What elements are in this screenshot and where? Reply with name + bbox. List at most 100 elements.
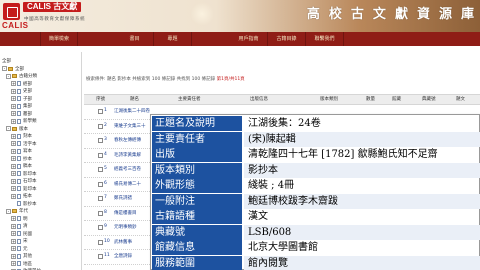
tree-item[interactable]: + 其他 [2,253,80,261]
tree-item[interactable]: + 民國 [2,230,80,238]
row-checkbox[interactable] [98,167,103,172]
row-checkbox[interactable] [98,109,103,114]
row-checkbox[interactable] [98,123,103,129]
tree-item[interactable]: 影抄本 [2,200,80,208]
calis-logo-icon[interactable] [3,3,20,20]
column-header[interactable]: 題名 [130,95,139,105]
tree-item[interactable]: + 鉛印本 [2,185,80,193]
row-checkbox[interactable] [98,239,103,245]
column-header[interactable]: 出版信息 [250,95,268,105]
collapse-icon[interactable]: - [6,126,11,132]
column-header[interactable]: 典藏號 [422,95,436,105]
expand-icon[interactable]: + [11,216,16,222]
column-header[interactable]: 主要責任者 [178,95,201,105]
tree-item[interactable]: + 刻本 [2,133,80,141]
nav-item-simple-search[interactable]: 簡單檢索 [40,32,78,46]
collapse-icon[interactable]: - [6,73,11,79]
row-title-link[interactable]: 毛詩李黃集解 [114,152,141,158]
expand-icon[interactable]: + [11,231,16,237]
tree-item[interactable]: - 古籍分類 [2,73,80,81]
tree-item[interactable]: + 石印本 [2,178,80,186]
tree-item[interactable]: - 年代 [2,208,80,216]
nav-item-topics[interactable]: 專題 [154,32,192,46]
expand-icon[interactable]: + [11,103,16,109]
expand-icon[interactable]: + [11,238,16,244]
tree-item-label: 影抄本 [23,201,37,207]
tree-item[interactable]: + 子部 [2,95,80,103]
expand-icon[interactable]: + [11,111,16,117]
row-checkbox[interactable] [98,181,103,187]
tree-item[interactable]: + 經部 [2,80,80,88]
tree-item[interactable]: + 宋 [2,238,80,246]
expand-icon[interactable]: + [11,133,16,139]
column-header[interactable]: 館藏 [392,95,401,105]
brand-badge[interactable]: CALIS 古文獻 [23,2,82,12]
expand-icon[interactable]: + [11,186,16,192]
tree-item[interactable]: + 集部 [2,103,80,111]
expand-icon[interactable]: + [11,118,16,124]
expand-icon[interactable]: + [11,193,16,199]
tree-item[interactable]: + 元 [2,245,80,253]
row-title-link[interactable]: 元明事類鈔 [114,224,137,230]
tree-item[interactable]: + 抄本 [2,155,80,163]
collapse-icon[interactable]: - [2,66,7,72]
row-checkbox[interactable] [98,210,103,216]
column-header[interactable]: 版本類別 [320,95,338,105]
tree-item[interactable]: + 史部 [2,88,80,96]
row-title-link[interactable]: 東維子文集三十 [114,123,146,129]
expand-icon[interactable]: + [11,171,16,177]
row-title-link[interactable]: 全唐詩錄 [114,253,132,259]
row-checkbox[interactable] [98,152,103,158]
tree-item[interactable]: + 拓本 [2,193,80,201]
nav-item-contact[interactable]: 聯繫我們 [306,32,344,46]
folder-icon [8,66,13,71]
column-header[interactable]: 數量 [366,95,375,105]
expand-icon[interactable]: + [11,148,16,154]
row-checkbox[interactable] [98,138,103,143]
tree-item[interactable]: - 全部 [2,65,80,73]
row-checkbox[interactable] [98,254,103,259]
expand-icon[interactable]: + [11,178,16,184]
nav-item-catalog[interactable]: 書目 [116,32,154,46]
expand-icon[interactable]: + [11,261,16,267]
row-checkbox[interactable] [98,196,103,201]
row-title-link[interactable]: 春秋左傳經傳 [114,137,141,143]
row-title-link[interactable]: 楊氏易傳二十 [114,181,141,187]
expand-icon[interactable]: + [11,96,16,102]
tree-item[interactable]: + 稿本 [2,163,80,171]
tree-item[interactable]: + 寫本 [2,148,80,156]
row-checkbox[interactable] [98,225,103,230]
tree-item[interactable]: + 活字本 [2,140,80,148]
nav-item-ancient-catalog[interactable]: 古籍目錄 [268,32,306,46]
tree-item-label: 拓本 [23,194,32,200]
collapse-icon[interactable]: - [6,208,11,214]
tree-item[interactable]: + 明 [2,215,80,223]
row-number: 5 [104,166,107,171]
row-title-link[interactable]: 鄭氏詩譜 [114,195,132,201]
expand-icon[interactable]: + [11,246,16,252]
expand-icon[interactable]: + [11,163,16,169]
column-header[interactable]: 題文 [456,95,465,105]
expand-icon[interactable]: + [11,253,16,259]
tree-item[interactable]: + 清 [2,223,80,231]
row-title-link[interactable]: 武林舊事 [114,239,132,245]
tree-item-label: 民國 [23,231,32,237]
tree-item[interactable]: + 影印本 [2,170,80,178]
detail-row: 版本類別 影抄本 [151,162,480,179]
row-title-link[interactable]: 傳是樓書目 [114,210,137,216]
tree-item[interactable]: - 版本 [2,125,80,133]
expand-icon[interactable]: + [11,156,16,162]
nav-item-user-guide[interactable]: 用戶指南 [230,32,268,46]
expand-icon[interactable]: + [11,223,16,229]
tree-item[interactable]: + 新學類 [2,118,80,126]
row-title-link[interactable]: 江湖後集二十四卷 [114,108,150,114]
column-header[interactable]: 序號 [96,95,105,105]
expand-icon[interactable]: + [11,88,16,94]
detail-value: 影抄本 [244,162,480,178]
row-title-link[interactable]: 經義考三百卷 [114,166,141,172]
tree-item-label: 古籍分類 [19,74,37,80]
expand-icon[interactable]: + [11,81,16,87]
tree-item[interactable]: + 地區 [2,260,80,268]
tree-item[interactable]: + 叢部 [2,110,80,118]
expand-icon[interactable]: + [11,141,16,147]
